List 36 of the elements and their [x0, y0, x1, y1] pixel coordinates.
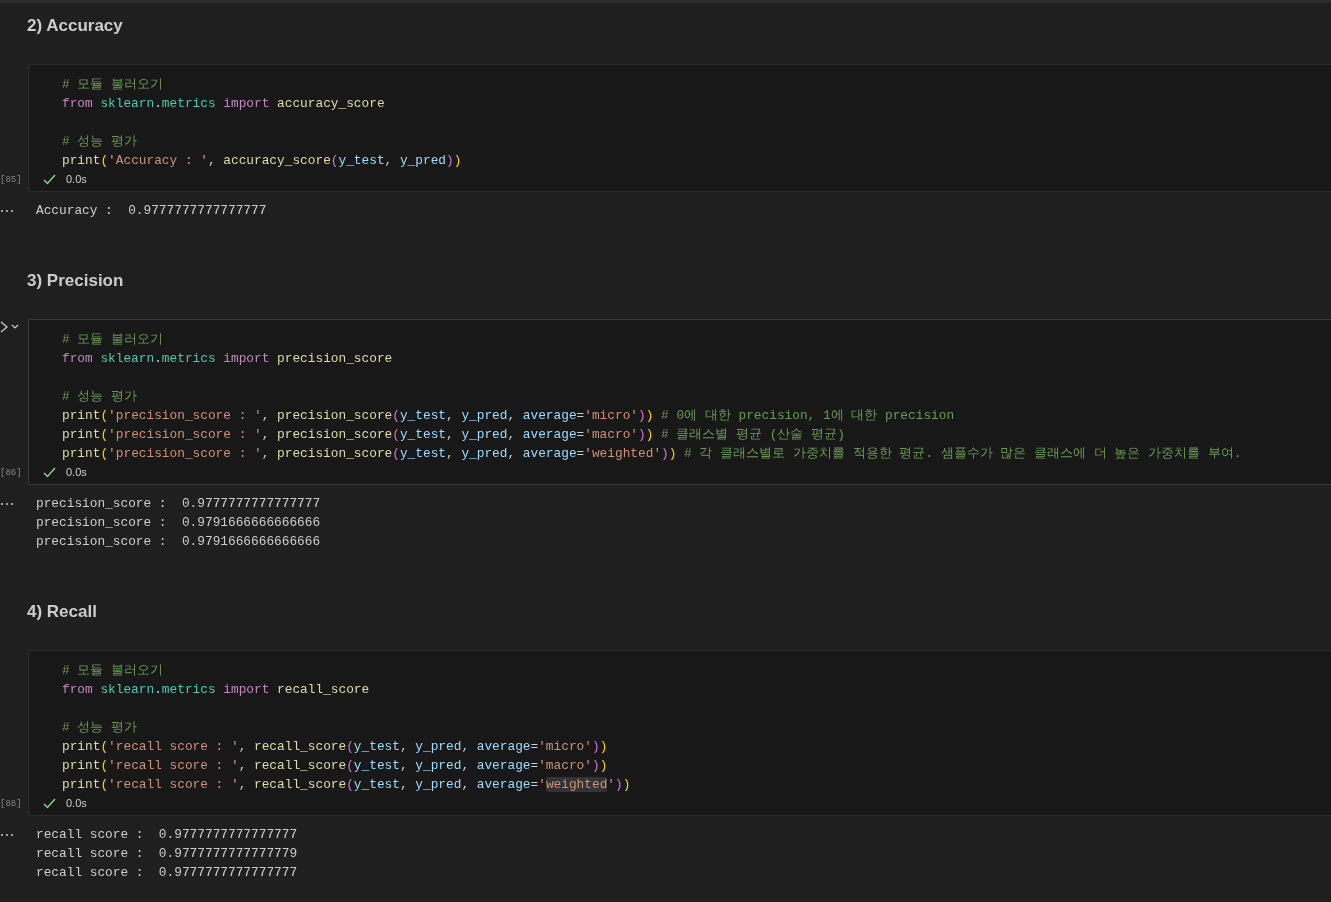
- output-line: Accuracy : 0.9777777777777777: [36, 202, 267, 220]
- code-line: # 성능 평가: [62, 719, 138, 737]
- output-line: precision_score : 0.9791666666666666: [36, 533, 321, 551]
- execution-time: 0.0s: [66, 465, 87, 481]
- run-chevron-icon[interactable]: [0, 321, 19, 333]
- more-icon[interactable]: [0, 209, 14, 213]
- code-line: from sklearn.metrics import precision_score: [62, 350, 393, 368]
- execution-time: 0.0s: [66, 796, 87, 812]
- code-line: print('precision_score : ', precision_score(y_test, y_pred, average='weighted')) # 각 클래스별로 가중치를 적용한 평균. 샘플수가 많은 클래스에 더 높은 가중치를 부여.: [62, 445, 1242, 463]
- output-line: recall score : 0.9777777777777777: [36, 864, 298, 882]
- code-line: # 모듈 불러오기: [62, 331, 164, 349]
- output-line: precision_score : 0.9777777777777777: [36, 495, 321, 513]
- code-line: # 모듈 불러오기: [62, 76, 164, 94]
- more-icon[interactable]: [0, 502, 14, 506]
- execution-count: [86]: [0, 466, 22, 480]
- section-heading: 4) Recall: [27, 601, 97, 623]
- section-heading: 3) Precision: [27, 270, 124, 292]
- code-line: from sklearn.metrics import accuracy_score: [62, 95, 385, 113]
- code-line: print('recall score : ', recall_score(y_test, y_pred, average='weighted')): [62, 776, 631, 794]
- output-line: recall score : 0.9777777777777779: [36, 845, 298, 863]
- execution-count: [88]: [0, 797, 22, 811]
- execution-time: 0.0s: [66, 172, 87, 188]
- more-icon[interactable]: [0, 833, 14, 837]
- code-line: print('Accuracy : ', accuracy_score(y_test, y_pred)): [62, 152, 462, 170]
- code-line: # 모듈 불러오기: [62, 662, 164, 680]
- code-line: print('precision_score : ', precision_score(y_test, y_pred, average='macro')) # 클래스별 평균 (산술 평균): [62, 426, 845, 444]
- code-line: print('precision_score : ', precision_score(y_test, y_pred, average='micro')) # 0에 대한 precision, 1에 대한 precision: [62, 407, 955, 425]
- section-heading: 2) Accuracy: [27, 15, 123, 37]
- output-line: precision_score : 0.9791666666666666: [36, 514, 321, 532]
- code-line: print('recall score : ', recall_score(y_test, y_pred, average='macro')): [62, 757, 608, 775]
- output-line: recall score : 0.9777777777777777: [36, 826, 298, 844]
- execution-count: [85]: [0, 173, 22, 187]
- code-line: print('recall score : ', recall_score(y_test, y_pred, average='micro')): [62, 738, 608, 756]
- code-line: # 성능 평가: [62, 388, 138, 406]
- code-line: from sklearn.metrics import recall_score: [62, 681, 370, 699]
- code-line: # 성능 평가: [62, 133, 138, 151]
